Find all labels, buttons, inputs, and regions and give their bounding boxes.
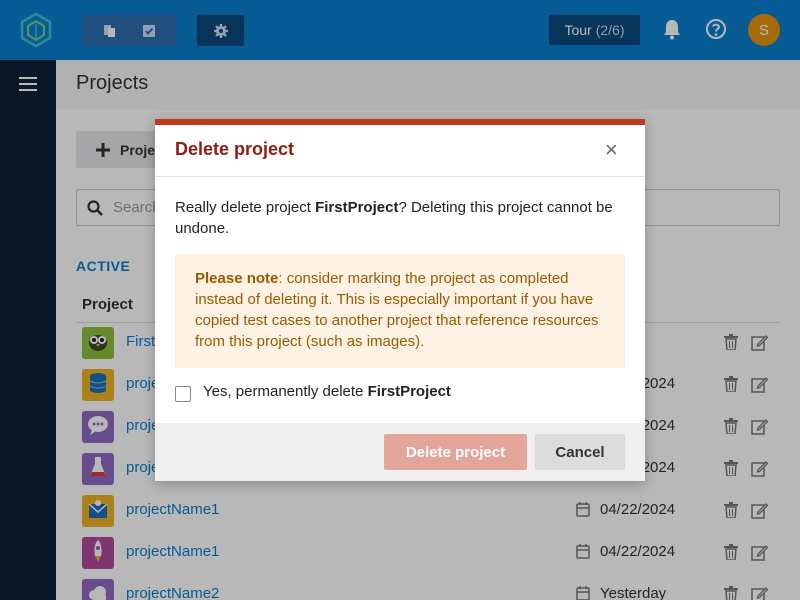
warning-note: Please note: consider marking the projec… [175,254,625,368]
confirm-checkbox-label[interactable]: Yes, permanently delete FirstProject [203,383,451,400]
message-prefix: Really delete project [175,199,316,216]
delete-project-button[interactable]: Delete project [384,434,527,470]
confirm-checkbox[interactable] [175,386,191,402]
dialog-title: Delete project [175,139,295,159]
dialog-footer: Delete project Cancel [155,423,645,481]
dialog-header: Delete project × [155,125,645,177]
dialog-message: Really delete project FirstProject? Dele… [175,197,625,239]
message-project-name: FirstProject [315,199,399,216]
note-label: Please note [195,270,279,287]
delete-project-dialog: Delete project × Really delete project F… [155,119,645,481]
confirm-prefix: Yes, permanently delete [203,383,368,400]
close-icon[interactable]: × [605,139,618,161]
cancel-button[interactable]: Cancel [535,434,625,470]
confirm-project-name: FirstProject [367,383,451,400]
